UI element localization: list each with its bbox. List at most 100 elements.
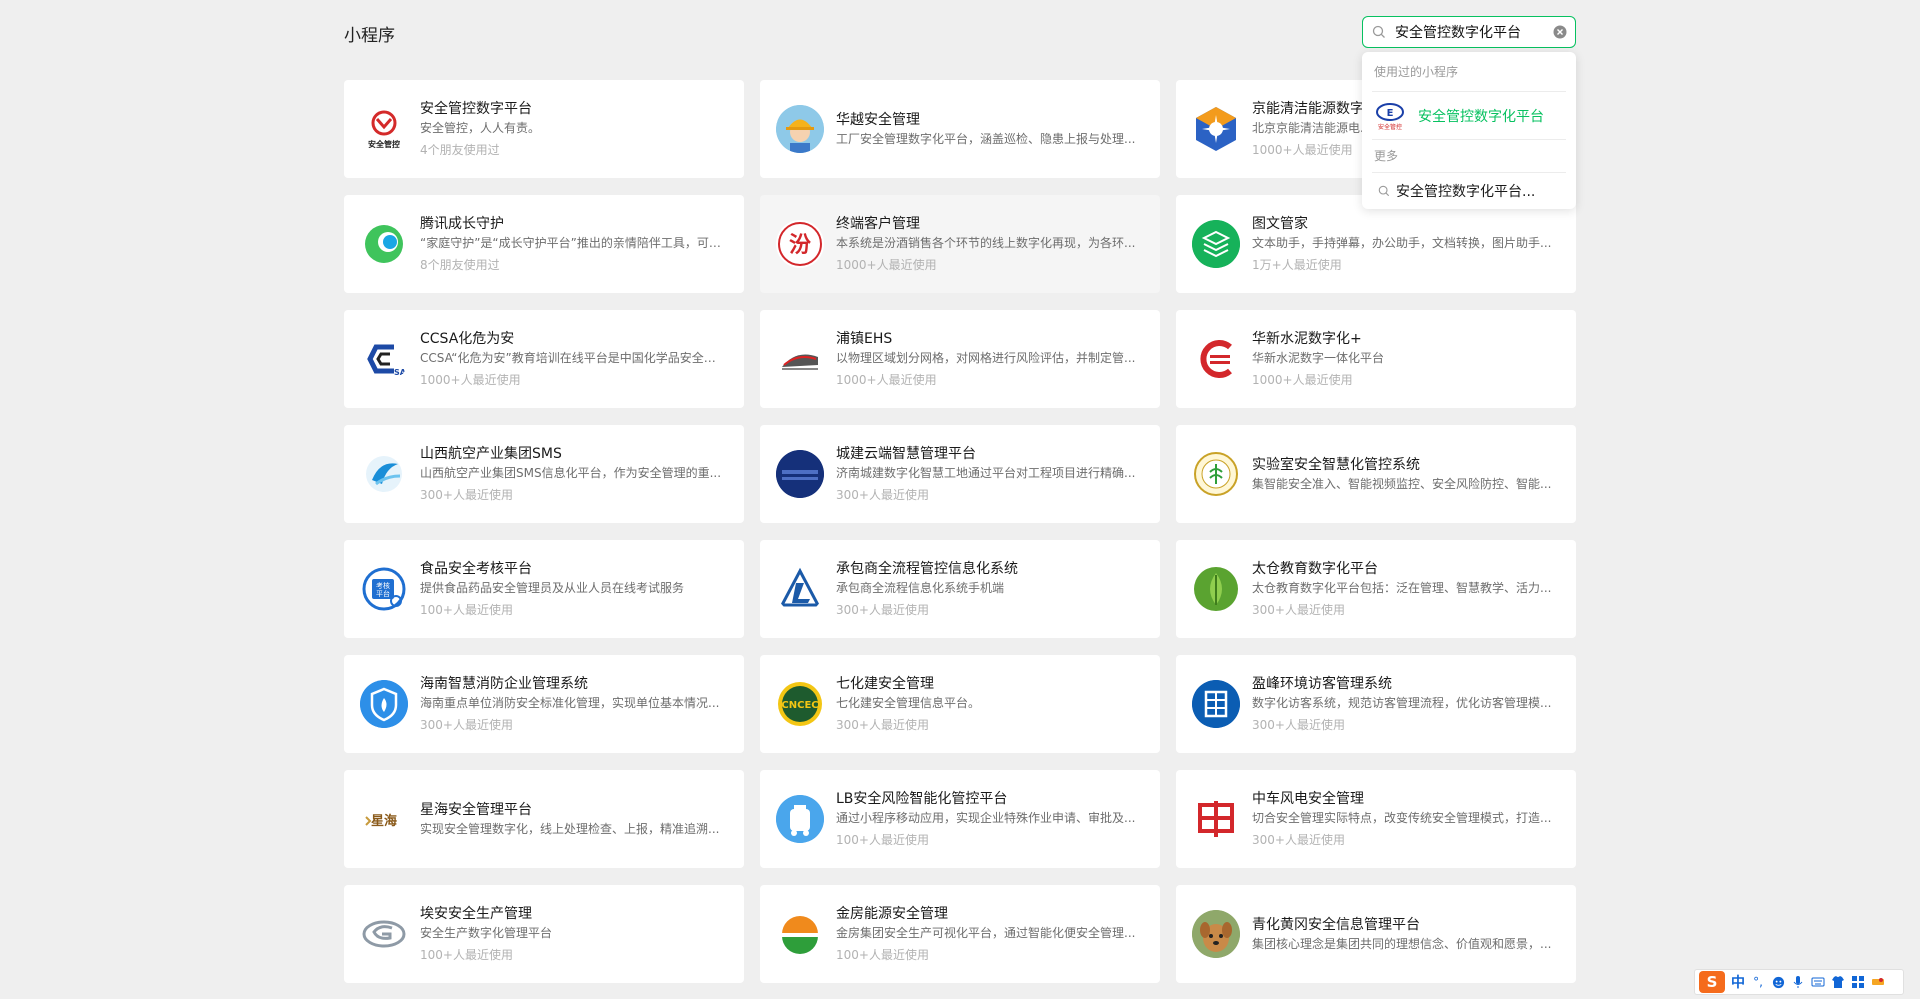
ime-toolbar[interactable]: S 中 °, — [1694, 969, 1904, 995]
miniprogram-card[interactable]: SA CCSA化危为安 CCSA“化危为安”教育培训在线平台是中国化学品安全协.… — [344, 310, 744, 408]
card-desc: 数字化访客系统，规范访客管理流程，优化访客管理模... — [1252, 695, 1552, 710]
card-name: 实验室安全智慧化管控系统 — [1252, 456, 1420, 473]
shirt-icon[interactable] — [1831, 975, 1845, 989]
card-desc: 济南城建数字化智慧工地通过平台对工程项目进行精确... — [836, 465, 1136, 480]
card-desc: “家庭守护”是“成长守护平台”推出的亲情陪伴工具，可以... — [420, 235, 722, 250]
svg-text:星海: 星海 — [371, 813, 397, 829]
card-desc: 本系统是汾酒销售各个环节的线上数字化再现，为各环... — [836, 235, 1136, 250]
card-name: 安全管控数字平台 — [420, 100, 532, 117]
miniprogram-card[interactable]: 图文管家 文本助手，手持弹幕，办公助手，文档转换，图片助手... 1万+人最近使… — [1176, 195, 1576, 293]
card-name: 埃安安全生产管理 — [420, 905, 532, 922]
miniprogram-card[interactable]: 海南智慧消防企业管理系统 海南重点单位消防安全标准化管理，实现单位基本情况...… — [344, 655, 744, 753]
yingfeng-logo-icon — [1192, 680, 1240, 728]
card-usage: 1000+人最近使用 — [420, 372, 521, 387]
card-usage: 300+人最近使用 — [1252, 717, 1345, 732]
miniprogram-card[interactable]: 浦镇EHS 以物理区域划分网格，对网格进行风险评估，并制定管... 1000+人… — [760, 310, 1160, 408]
recent-item-name: 安全管控数字化平台 — [1418, 108, 1544, 125]
card-usage: 100+人最近使用 — [836, 832, 929, 847]
svg-text:CNCEC: CNCEC — [781, 700, 818, 711]
punctuation-icon[interactable]: °, — [1751, 975, 1765, 989]
card-desc: 山西航空产业集团SMS信息化平台，作为安全管理的重... — [420, 465, 722, 480]
card-desc: 安全管控，人人有责。 — [420, 120, 541, 135]
card-usage: 300+人最近使用 — [836, 717, 929, 732]
search-query[interactable]: 安全管控数字化平台 — [1395, 22, 1545, 42]
keyboard-icon[interactable] — [1811, 975, 1825, 989]
card-usage: 8个朋友使用过 — [420, 257, 500, 272]
miniprogram-card[interactable]: 城建云端智慧管理平台 济南城建数字化智慧工地通过平台对工程项目进行精确... 3… — [760, 425, 1160, 523]
miniprogram-card[interactable]: 实验室安全智慧化管控系统 集智能安全准入、智能视频监控、安全风险防控、智能... — [1176, 425, 1576, 523]
clear-icon[interactable] — [1545, 25, 1575, 39]
card-name: 青化黄冈安全信息管理平台 — [1252, 916, 1420, 933]
card-desc: 金房集团安全生产可视化平台，通过智能化便安全管理... — [836, 925, 1136, 940]
huaxin-logo-icon — [1192, 335, 1240, 383]
miniprogram-card[interactable]: 青化黄冈安全信息管理平台 集团核心理念是集团共同的理想信念、价值观和愿景，... — [1176, 885, 1576, 983]
exam-platform-logo-icon: 考核 平台 — [360, 565, 408, 613]
miniprogram-card[interactable]: 埃安安全生产管理 安全生产数字化管理平台 100+人最近使用 — [344, 885, 744, 983]
lab-emblem-logo-icon — [1192, 450, 1240, 498]
card-usage: 1万+人最近使用 — [1252, 257, 1342, 272]
jinfang-logo-icon — [776, 910, 824, 958]
miniprogram-card[interactable]: 华新水泥数字化+ 华新水泥数字一体化平台 1000+人最近使用 — [1176, 310, 1576, 408]
xinghai-logo-icon: 星海 — [360, 795, 408, 843]
miniprogram-card[interactable]: 考核 平台 食品安全考核平台 提供食品药品安全管理员及从业人员在线考试服务 100… — [344, 540, 744, 638]
card-name: 城建云端智慧管理平台 — [836, 445, 976, 462]
card-usage: 100+人最近使用 — [420, 602, 513, 617]
card-usage: 1000+人最近使用 — [836, 257, 937, 272]
search-input[interactable]: 安全管控数字化平台 — [1362, 16, 1576, 48]
suggestion-text: 安全管控数字化平台... — [1396, 184, 1536, 200]
miniprogram-card[interactable]: 华越安全管理 工厂安全管理数字化平台，涵盖巡检、隐患上报与处理... — [760, 80, 1160, 178]
miniprogram-card[interactable]: CNCEC 七化建安全管理 七化建安全管理信息平台。 300+人最近使用 — [760, 655, 1160, 753]
card-usage: 300+人最近使用 — [1252, 832, 1345, 847]
card-name: 中车风电安全管理 — [1252, 790, 1364, 807]
miniprogram-card[interactable]: 中车风电安全管理 切合安全管理实际特点，改变传统安全管理模式，打造... 300… — [1176, 770, 1576, 868]
miniprogram-card[interactable]: 金房能源安全管理 金房集团安全生产可视化平台，通过智能化便安全管理... 100… — [760, 885, 1160, 983]
card-desc: 集团核心理念是集团共同的理想信念、价值观和愿景，... — [1252, 936, 1552, 951]
skin-icon[interactable] — [1871, 975, 1885, 989]
ime-mode[interactable]: 中 — [1731, 972, 1745, 992]
emoji-icon[interactable] — [1771, 975, 1785, 989]
card-usage: 300+人最近使用 — [420, 717, 513, 732]
city-build-logo-icon — [776, 450, 824, 498]
miniprogram-card[interactable]: 腾讯成长守护 “家庭守护”是“成长守护平台”推出的亲情陪伴工具，可以... 8个… — [344, 195, 744, 293]
ime-logo-icon[interactable]: S — [1699, 971, 1725, 993]
search-icon — [1363, 25, 1395, 39]
cncec-logo-icon: CNCEC — [776, 680, 824, 728]
miniprogram-card[interactable]: 星海 星海安全管理平台 实现安全管理数字化，线上处理检查、上报，精准追溯... — [344, 770, 744, 868]
miniprogram-card[interactable]: 盈峰环境访客管理系统 数字化访客系统，规范访客管理流程，优化访客管理模... 3… — [1176, 655, 1576, 753]
card-name: 腾讯成长守护 — [420, 215, 504, 232]
card-name: 华新水泥数字化+ — [1252, 330, 1362, 347]
fen-liquor-logo-icon: 汾 — [776, 220, 824, 268]
card-name: 承包商全流程管控信息化系统 — [836, 560, 1018, 577]
svg-text:安全管控: 安全管控 — [368, 139, 400, 149]
card-name: 星海安全管理平台 — [420, 801, 532, 818]
svg-text:SA: SA — [394, 368, 407, 377]
card-usage: 300+人最近使用 — [836, 602, 929, 617]
star-cube-logo-icon — [1192, 105, 1240, 153]
recent-header: 使用过的小程序 — [1372, 52, 1566, 92]
svg-text:考核: 考核 — [376, 581, 390, 590]
miniprogram-card[interactable]: 承包商全流程管控信息化系统 承包商全流程信息化系统手机端 300+人最近使用 — [760, 540, 1160, 638]
miniprogram-card[interactable]: 太仓教育数字化平台 太仓教育数字化平台包括：泛在管理、智慧教学、活力... 30… — [1176, 540, 1576, 638]
card-name: 浦镇EHS — [836, 330, 893, 347]
card-desc: 集智能安全准入、智能视频监控、安全风险防控、智能... — [1252, 476, 1552, 491]
miniprogram-card[interactable]: LB安全风险智能化管控平台 通过小程序移动应用，实现企业特殊作业申请、审批及..… — [760, 770, 1160, 868]
microphone-icon[interactable] — [1791, 975, 1805, 989]
card-desc: 实现安全管理数字化，线上处理检查、上报，精准追溯... — [420, 821, 720, 836]
grid-menu-icon[interactable] — [1851, 975, 1865, 989]
search-dropdown: 使用过的小程序 E 安全管控 安全管控数字化平台 更多 安全管控数字化平台... — [1362, 52, 1576, 209]
miniprogram-card[interactable]: 汾 终端客户管理 本系统是汾酒销售各个环节的线上数字化再现，为各环... 100… — [760, 195, 1160, 293]
miniprogram-card[interactable]: 山西航空产业集团SMS 山西航空产业集团SMS信息化平台，作为安全管理的重...… — [344, 425, 744, 523]
card-name: 太仓教育数字化平台 — [1252, 560, 1378, 577]
card-name: 金房能源安全管理 — [836, 905, 948, 922]
card-desc: 通过小程序移动应用，实现企业特殊作业申请、审批及... — [836, 810, 1136, 825]
card-name: 终端客户管理 — [836, 215, 920, 232]
more-header: 更多 — [1372, 140, 1566, 173]
search-suggestion[interactable]: 安全管控数字化平台... — [1372, 173, 1566, 209]
card-desc: 以物理区域划分网格，对网格进行风险评估，并制定管... — [836, 350, 1136, 365]
recent-item[interactable]: E 安全管控 安全管控数字化平台 — [1372, 92, 1566, 140]
gac-logo-icon — [360, 910, 408, 958]
card-name: LB安全风险智能化管控平台 — [836, 790, 1008, 807]
svg-text:汾: 汾 — [789, 232, 811, 258]
card-desc: 文本助手，手持弹幕，办公助手，文档转换，图片助手... — [1252, 235, 1552, 250]
miniprogram-card[interactable]: 安全管控 安全管控数字平台 安全管控，人人有责。 4个朋友使用过 — [344, 80, 744, 178]
